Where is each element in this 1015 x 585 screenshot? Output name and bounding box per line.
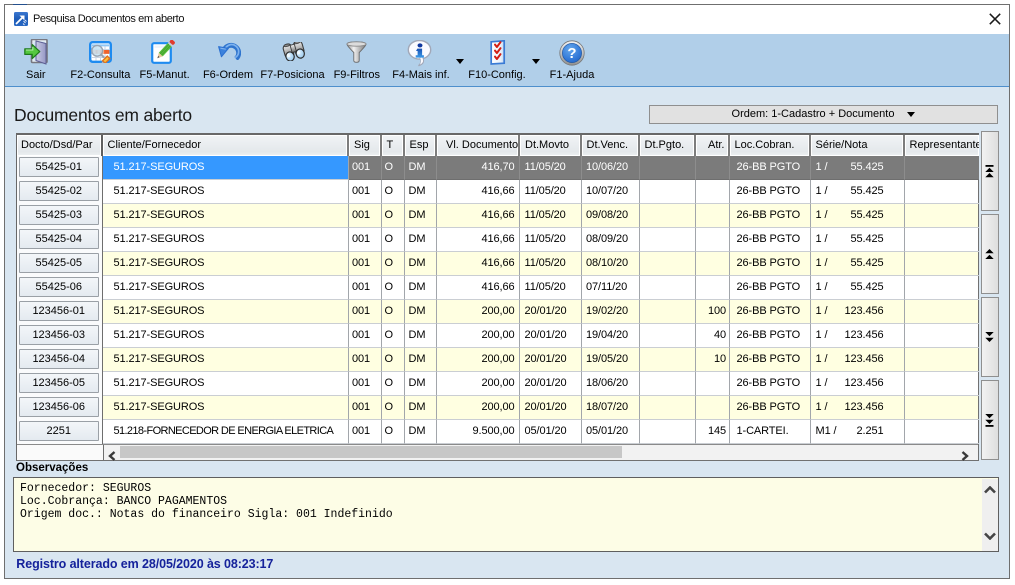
svg-text:?: ? <box>567 45 576 62</box>
